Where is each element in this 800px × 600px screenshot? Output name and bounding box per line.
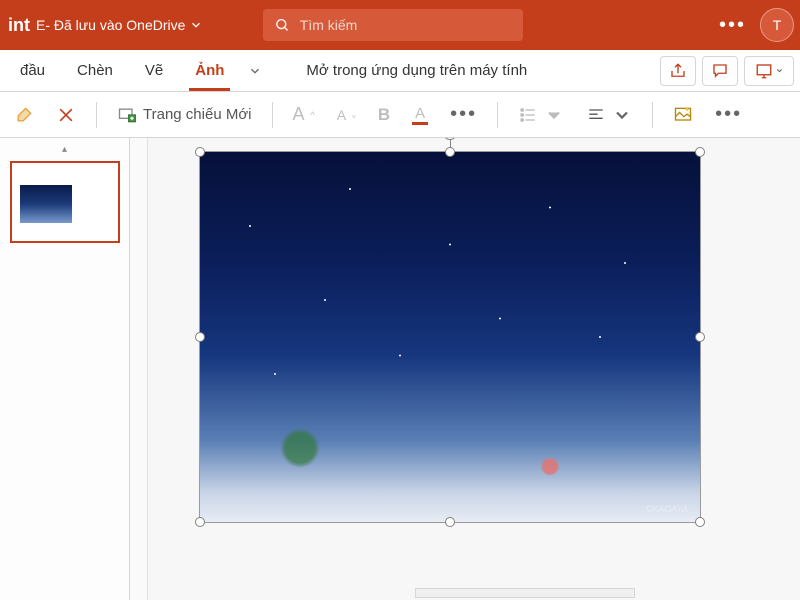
tab-insert[interactable]: Chèn [61, 50, 129, 91]
search-input[interactable] [300, 17, 512, 33]
present-button[interactable] [744, 56, 794, 86]
share-button[interactable] [660, 56, 696, 86]
resize-handle-bl[interactable] [195, 517, 205, 527]
selected-image[interactable]: ©KAGAYA [200, 152, 700, 522]
more-tabs-chevron[interactable] [240, 64, 270, 78]
chevron-down-icon [189, 18, 203, 32]
thumbnail-preview [20, 185, 72, 223]
rotate-handle[interactable] [443, 138, 457, 140]
search-icon [275, 17, 289, 33]
format-painter-button[interactable] [8, 101, 40, 129]
more-options[interactable]: ••• [709, 99, 748, 130]
slide-canvas[interactable]: ©KAGAYA [130, 138, 800, 600]
resize-handle-tl[interactable] [195, 147, 205, 157]
decrease-font-button[interactable]: A^ [331, 103, 362, 127]
share-icon [669, 62, 687, 80]
app-name: int [8, 15, 36, 36]
resize-handle-br[interactable] [695, 517, 705, 527]
comment-icon [711, 62, 729, 80]
tab-home[interactable]: đầu [4, 50, 61, 91]
new-slide-label: Trang chiếu Mới [143, 106, 252, 123]
chevron-down-icon [544, 105, 564, 125]
increase-font-button[interactable]: A^ [287, 100, 321, 129]
present-icon [755, 62, 773, 80]
separator [96, 102, 97, 128]
image-credit: ©KAGAYA [646, 504, 688, 514]
slide-thumbnail-pane[interactable]: ▴ [0, 138, 130, 600]
comments-button[interactable] [702, 56, 738, 86]
document-status-text: E- Đã lưu vào OneDrive [36, 17, 185, 33]
new-slide-icon [117, 105, 137, 125]
resize-handle-tr[interactable] [695, 147, 705, 157]
color-swatch [412, 122, 428, 125]
tab-draw[interactable]: Vẽ [129, 50, 179, 91]
ribbon-toolbar: Trang chiếu Mới A^ A^ B A ••• ••• [0, 92, 800, 138]
paintbrush-icon [14, 105, 34, 125]
align-icon [586, 105, 606, 125]
align-button[interactable] [580, 101, 638, 129]
inserted-picture[interactable]: ©KAGAYA [200, 152, 700, 522]
new-slide-button[interactable]: Trang chiếu Mới [111, 101, 258, 129]
ribbon-tabs: đầu Chèn Vẽ Ảnh Mở trong ứng dụng trên m… [0, 50, 800, 92]
document-title-dropdown[interactable]: E- Đã lưu vào OneDrive [36, 17, 203, 33]
bullets-icon [518, 105, 538, 125]
chevron-down-icon [612, 105, 632, 125]
horizontal-scrollbar[interactable] [270, 588, 780, 598]
resize-handle-t[interactable] [445, 147, 455, 157]
vertical-gutter [130, 138, 148, 600]
workspace: ▴ ©KAGAYA [0, 138, 800, 600]
separator [652, 102, 653, 128]
user-avatar[interactable]: T [760, 8, 794, 42]
separator [272, 102, 273, 128]
tab-picture[interactable]: Ảnh [179, 50, 240, 91]
resize-handle-l[interactable] [195, 332, 205, 342]
open-in-desktop-link[interactable]: Mở trong ứng dụng trên máy tính [306, 62, 527, 79]
more-font-options[interactable]: ••• [444, 99, 483, 130]
chevron-down-icon [248, 64, 262, 78]
designer-button[interactable] [667, 101, 699, 129]
resize-handle-r[interactable] [695, 332, 705, 342]
title-bar: int E- Đã lưu vào OneDrive ••• T [0, 0, 800, 50]
bold-button[interactable]: B [372, 101, 396, 129]
separator [497, 102, 498, 128]
font-color-button[interactable]: A [406, 101, 434, 129]
bullets-button[interactable] [512, 101, 570, 129]
close-icon [56, 105, 76, 125]
delete-button[interactable] [50, 101, 82, 129]
chevron-down-icon [775, 66, 784, 75]
picture-icon [673, 105, 693, 125]
more-icon[interactable]: ••• [719, 14, 746, 37]
resize-handle-b[interactable] [445, 517, 455, 527]
search-box[interactable] [263, 9, 523, 41]
scroll-up-arrow[interactable]: ▴ [62, 144, 67, 155]
scrollbar-track[interactable] [415, 588, 635, 598]
slide-thumbnail-1[interactable] [10, 161, 120, 243]
